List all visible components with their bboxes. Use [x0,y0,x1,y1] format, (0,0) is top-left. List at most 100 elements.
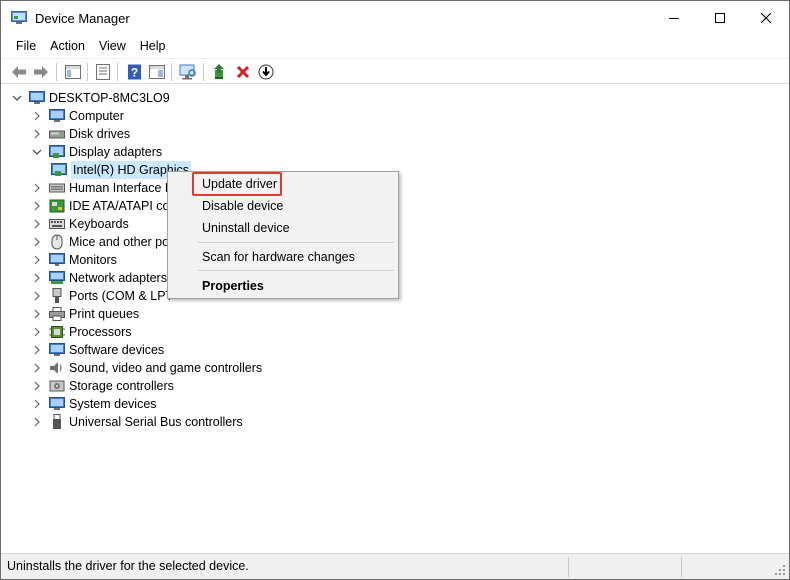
tree-item-label: Ports (COM & LPT [69,289,174,303]
tree-item-monitors[interactable]: Monitors [31,251,117,269]
menu-item-disable-device[interactable]: Disable device [202,196,283,216]
menu-item-properties[interactable]: Properties [202,276,264,296]
tree-item-mice[interactable]: Mice and other po [31,233,169,251]
port-icon [49,288,65,304]
expand-chevron-icon[interactable] [31,323,43,341]
tree-item-label: Computer [69,109,124,123]
menu-action[interactable]: Action [43,35,92,57]
menu-view[interactable]: View [92,35,133,57]
collapse-chevron-icon[interactable] [31,143,43,161]
tree-item-label: Keyboards [69,217,129,231]
status-divider [568,557,569,577]
menu-file[interactable]: File [9,35,43,57]
device-manager-window: Device Manager File Action View Help ? D… [0,0,790,580]
storage-controller-icon [49,378,65,394]
usb-icon [49,414,65,430]
scan-hardware-icon[interactable] [178,62,198,82]
tree-root-label: DESKTOP-8MC3LO9 [49,91,170,105]
expand-chevron-icon[interactable] [31,305,43,323]
tree-item-label: Print queues [69,307,140,321]
expand-chevron-icon[interactable] [31,251,43,269]
disk-drive-icon [49,126,65,142]
expand-chevron-icon[interactable] [31,413,43,431]
tree-item-processors[interactable]: Processors [31,323,132,341]
sound-icon [49,360,65,376]
menu-item-scan-hardware[interactable]: Scan for hardware changes [202,247,355,267]
title-bar: Device Manager [1,1,789,35]
close-button[interactable] [743,1,789,35]
uninstall-device-icon[interactable] [233,62,253,82]
context-menu: Update driver Disable device Uninstall d… [167,171,399,299]
menu-help[interactable]: Help [133,35,173,57]
help-icon[interactable]: ? [125,62,145,82]
system-device-icon [49,396,65,412]
expand-chevron-icon[interactable] [31,359,43,377]
tree-item-software-devices[interactable]: Software devices [31,341,164,359]
toolbar-separator [87,63,88,81]
expand-chevron-icon[interactable] [31,215,43,233]
tree-item-ide-ata[interactable]: IDE ATA/ATAPI cor [31,197,174,215]
menu-item-uninstall-device[interactable]: Uninstall device [202,218,290,238]
resize-grip-icon[interactable] [774,564,786,576]
expand-chevron-icon[interactable] [31,233,43,251]
show-hide-console-tree-icon[interactable] [63,62,83,82]
forward-arrow-icon[interactable] [31,62,51,82]
tree-item-label: Disk drives [69,127,131,141]
hid-icon [49,180,65,196]
tree-item-label: Processors [69,325,132,339]
device-manager-app-icon [11,11,27,25]
menu-item-update-driver[interactable]: Update driver [202,174,277,194]
status-divider [681,557,682,577]
collapse-chevron-icon[interactable] [11,89,23,107]
expand-chevron-icon[interactable] [31,179,43,197]
expand-chevron-icon[interactable] [31,269,43,287]
tree-item-display-adapters[interactable]: Display adapters [31,143,162,161]
maximize-button[interactable] [697,1,743,35]
expand-chevron-icon[interactable] [31,395,43,413]
action-pane-icon[interactable] [147,62,167,82]
tree-item-disk-drives[interactable]: Disk drives [31,125,130,143]
tree-root[interactable]: DESKTOP-8MC3LO9 [11,89,170,107]
tree-item-sound-video[interactable]: Sound, video and game controllers [31,359,262,377]
toolbar-separator [117,63,118,81]
menu-bar: File Action View Help [1,35,789,57]
back-arrow-icon[interactable] [9,62,29,82]
tree-item-label: System devices [69,397,157,411]
device-tree: DESKTOP-8MC3LO9 Computer Disk drives Dis… [5,87,785,551]
download-driver-icon[interactable] [256,62,276,82]
tree-item-system-devices[interactable]: System devices [31,395,157,413]
expand-chevron-icon[interactable] [31,197,43,215]
menu-separator [198,242,394,243]
expand-chevron-icon[interactable] [31,377,43,395]
tree-item-computer[interactable]: Computer [31,107,124,125]
toolbar-separator [171,63,172,81]
update-driver-icon[interactable] [210,62,230,82]
expand-chevron-icon[interactable] [31,125,43,143]
tree-item-label: Universal Serial Bus controllers [69,415,243,429]
tree-item-usb-controllers[interactable]: Universal Serial Bus controllers [31,413,243,431]
tree-item-network-adapters[interactable]: Network adapters [31,269,167,287]
tree-item-label: Storage controllers [69,379,174,393]
computer-icon [29,90,45,106]
properties-sheet-icon[interactable] [93,62,113,82]
minimize-button[interactable] [651,1,697,35]
software-device-icon [49,342,65,358]
tree-item-print-queues[interactable]: Print queues [31,305,139,323]
status-bar: Uninstalls the driver for the selected d… [1,553,789,579]
tree-item-ports[interactable]: Ports (COM & LPT [31,287,173,305]
display-adapter-icon [49,144,65,160]
tree-item-label: Human Interface D [69,181,174,195]
computer-icon [49,108,65,124]
expand-chevron-icon[interactable] [31,341,43,359]
tree-item-label: Mice and other po [69,235,170,249]
tree-item-label: Display adapters [69,145,163,159]
printer-icon [49,306,65,322]
tree-item-storage-controllers[interactable]: Storage controllers [31,377,174,395]
monitor-icon [49,252,65,268]
expand-chevron-icon[interactable] [31,287,43,305]
tree-item-keyboards[interactable]: Keyboards [31,215,129,233]
display-adapter-icon [51,162,67,178]
expand-chevron-icon[interactable] [31,107,43,125]
tree-item-label: IDE ATA/ATAPI cor [69,199,174,213]
tree-item-human-interface[interactable]: Human Interface D [31,179,174,197]
